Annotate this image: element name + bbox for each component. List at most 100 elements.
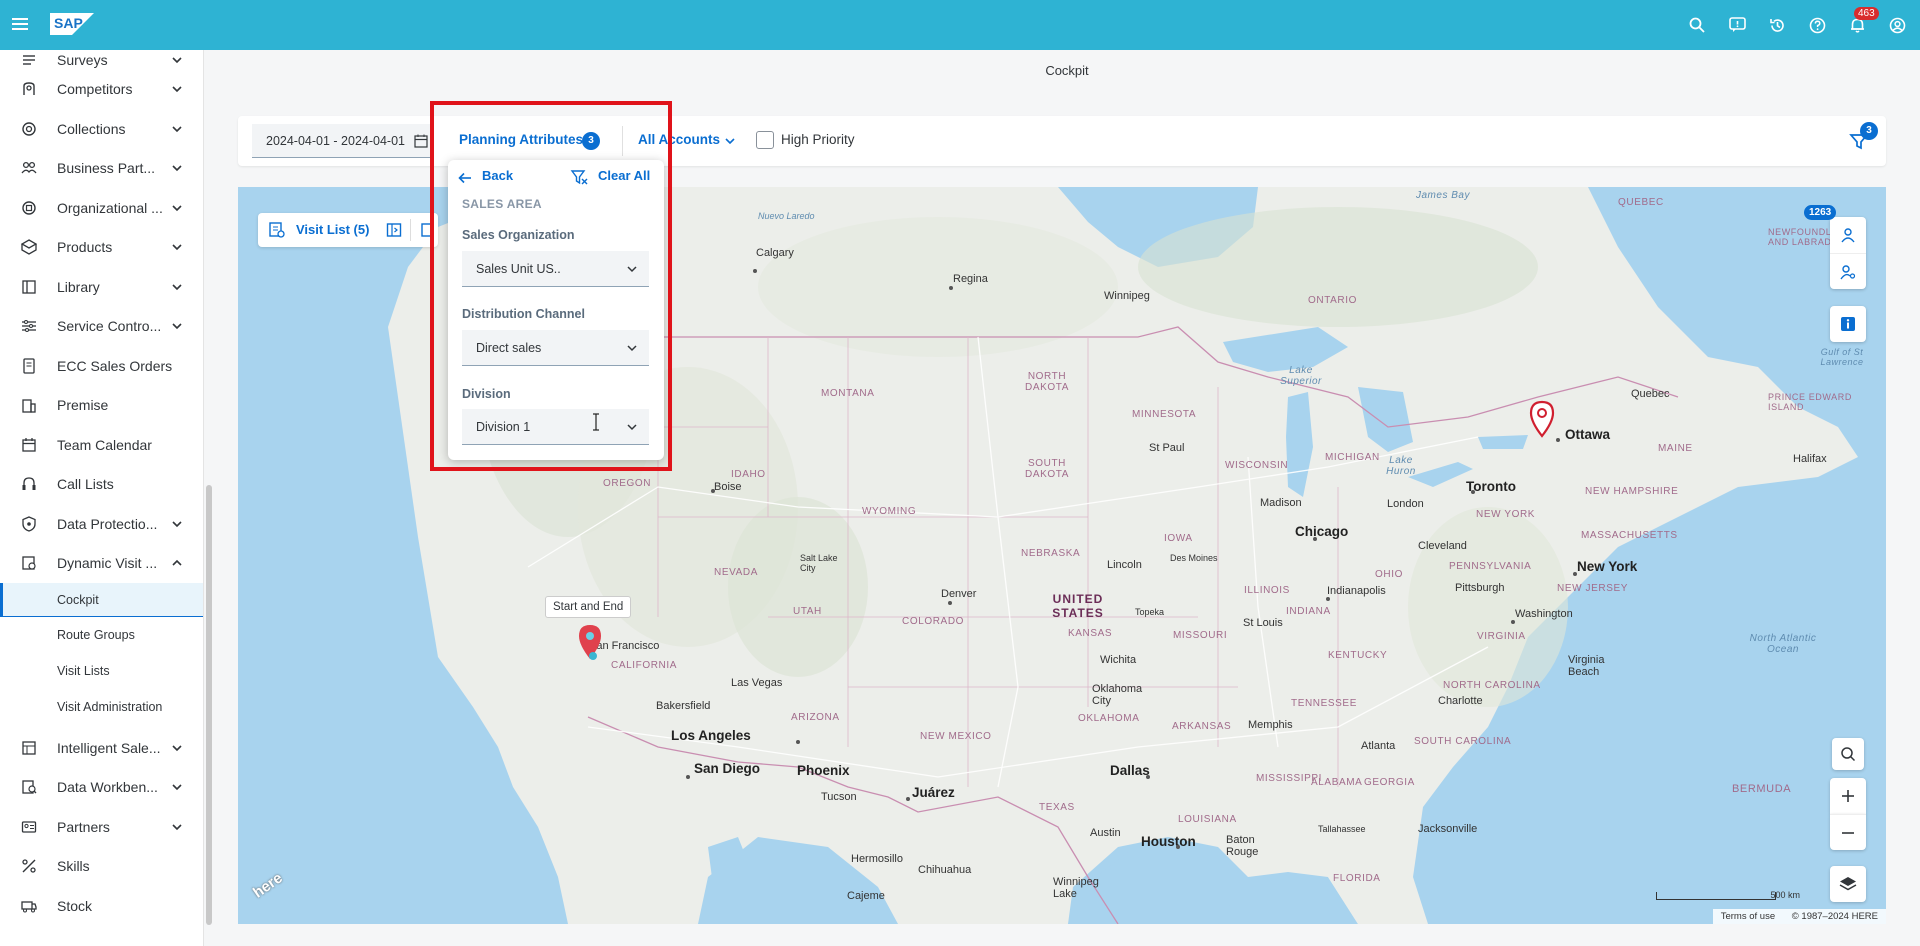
nav-item-service-control[interactable]: Service Contro... (0, 307, 196, 345)
contacts-layer-button[interactable] (1830, 253, 1866, 289)
map-attribution: Terms of use © 1987–2024 HERE (1712, 909, 1886, 924)
clear-all-button[interactable]: Clear All (598, 168, 650, 183)
map-label: IDAHO (731, 469, 766, 480)
map-label: TENNESSEE (1291, 698, 1357, 709)
nav-label: Call Lists (57, 476, 114, 492)
search-icon (1841, 747, 1856, 762)
map-label: Cleveland (1418, 540, 1467, 552)
nav-subitem-visit-administration[interactable]: Visit Administration (0, 690, 203, 724)
map-label: Boise (714, 481, 742, 493)
nav-item-premise[interactable]: Premise (0, 386, 196, 424)
nav-item-stock[interactable]: Stock (0, 887, 196, 925)
all-accounts-dropdown[interactable]: All Accounts (638, 132, 720, 147)
map-label: NEW YORK (1476, 509, 1536, 520)
nav-item-team-calendar[interactable]: Team Calendar (0, 426, 196, 464)
visit-list-button[interactable]: Visit List (5) (296, 222, 369, 237)
division-select[interactable]: Division 1 (462, 409, 649, 445)
map-label: GEORGIA (1364, 777, 1415, 788)
nav-item-data-workbench[interactable]: Data Workben... (0, 768, 196, 806)
search-icon[interactable] (1686, 14, 1708, 36)
nav-item-skills[interactable]: Skills (0, 847, 196, 885)
map-label: ARKANSAS (1172, 721, 1232, 732)
info-button[interactable] (1830, 306, 1866, 342)
accounts-layer-button[interactable]: 1263 (1804, 205, 1866, 253)
chevron-down-icon (172, 86, 182, 93)
route-icon[interactable] (420, 222, 434, 238)
user-icon[interactable] (1886, 14, 1908, 36)
map-label: Calgary (756, 247, 794, 259)
map-label: MICHIGAN (1325, 452, 1380, 463)
nav-label: Stock (57, 898, 93, 914)
menu-icon[interactable] (12, 15, 28, 35)
arrow-left-icon[interactable] (458, 171, 472, 185)
planning-attributes-button[interactable]: Planning Attributes (459, 132, 583, 147)
nav-subitem-cockpit[interactable]: Cockpit (0, 583, 203, 617)
sales-organization-select[interactable]: Sales Unit US.. (462, 251, 649, 287)
nav-label: Team Calendar (57, 437, 152, 453)
nav-subitem-visit-lists[interactable]: Visit Lists (0, 654, 203, 688)
nav-item-competitors[interactable]: Competitors (0, 70, 196, 108)
clear-filter-icon[interactable] (570, 168, 588, 186)
start-end-pin-icon[interactable] (576, 623, 604, 661)
layers-button[interactable] (1830, 866, 1866, 902)
nav-item-organizational[interactable]: Organizational ... (0, 189, 196, 227)
chevron-down-icon (172, 745, 182, 752)
high-priority-label: High Priority (781, 132, 855, 147)
help-icon[interactable] (1806, 14, 1828, 36)
feedback-icon[interactable] (1726, 14, 1748, 36)
map-label: KENTUCKY (1328, 650, 1388, 661)
nav-item-intelligent-sales[interactable]: Intelligent Sale... (0, 729, 196, 767)
plus-icon (1842, 790, 1854, 802)
date-range-input[interactable]: 2024-04-01 - 2024-04-01 (252, 124, 432, 158)
map-label: MAINE (1658, 443, 1693, 454)
zoom-out-button[interactable] (1830, 814, 1866, 850)
nav-item-call-lists[interactable]: Call Lists (0, 465, 196, 503)
map-label: Austin (1090, 827, 1121, 839)
nav-item-dynamic-visit[interactable]: Dynamic Visit ... (0, 544, 196, 582)
notifications-icon[interactable]: 463 (1846, 7, 1879, 36)
zoom-in-button[interactable] (1830, 778, 1866, 814)
map-label: Regina (953, 273, 988, 285)
history-icon[interactable] (1766, 14, 1788, 36)
map-label: ALABAMA (1311, 777, 1363, 788)
calendar-icon[interactable] (414, 134, 428, 148)
nav-item-ecc-sales-orders[interactable]: ECC Sales Orders (0, 347, 196, 385)
nav-item-partners[interactable]: Partners (0, 808, 196, 846)
map-label: LOUISIANA (1178, 814, 1237, 825)
map-label: Juárez (912, 785, 955, 800)
terms-of-use-link[interactable]: Terms of use (1721, 911, 1775, 922)
nav-item-collections[interactable]: Collections (0, 110, 196, 148)
nav-label: Skills (57, 858, 90, 874)
back-button[interactable]: Back (482, 168, 513, 183)
nav-label: Dynamic Visit ... (57, 555, 158, 571)
library-icon (20, 278, 38, 296)
filter-bar: 2024-04-01 - 2024-04-01 Planning Attribu… (238, 116, 1886, 166)
map-label: UNITED STATES (1052, 592, 1104, 620)
map-label: Tucson (821, 791, 857, 803)
divider (410, 219, 411, 241)
nav-item-business-partners[interactable]: Business Part... (0, 149, 196, 187)
nav-label: Library (57, 279, 100, 295)
nav-subitem-route-groups[interactable]: Route Groups (0, 618, 203, 652)
map-label: Las Vegas (731, 677, 783, 689)
nav-label: Intelligent Sale... (57, 740, 161, 756)
high-priority-checkbox[interactable] (756, 131, 774, 149)
minus-icon (1842, 831, 1854, 834)
expand-panel-icon[interactable] (386, 222, 402, 238)
nav-item-data-protection[interactable]: Data Protectio... (0, 505, 196, 543)
map-label: Lincoln (1107, 559, 1142, 571)
partners-icon (20, 818, 38, 836)
map-label: St Paul (1149, 442, 1185, 454)
nav-item-library[interactable]: Library (0, 268, 196, 306)
map-search-button[interactable] (1832, 738, 1864, 770)
nav-item-products[interactable]: Products (0, 228, 196, 266)
map-label: Tallahassee (1318, 824, 1366, 834)
sidebar-scrollbar[interactable] (206, 485, 212, 925)
account-pin-icon[interactable] (1529, 400, 1555, 438)
notifications-badge: 463 (1854, 7, 1879, 20)
sap-logo[interactable]: SAP (50, 13, 94, 35)
select-value: Direct sales (476, 341, 542, 355)
distribution-channel-select[interactable]: Direct sales (462, 330, 649, 366)
division-label: Division (462, 387, 511, 401)
person-icon (1841, 228, 1855, 243)
